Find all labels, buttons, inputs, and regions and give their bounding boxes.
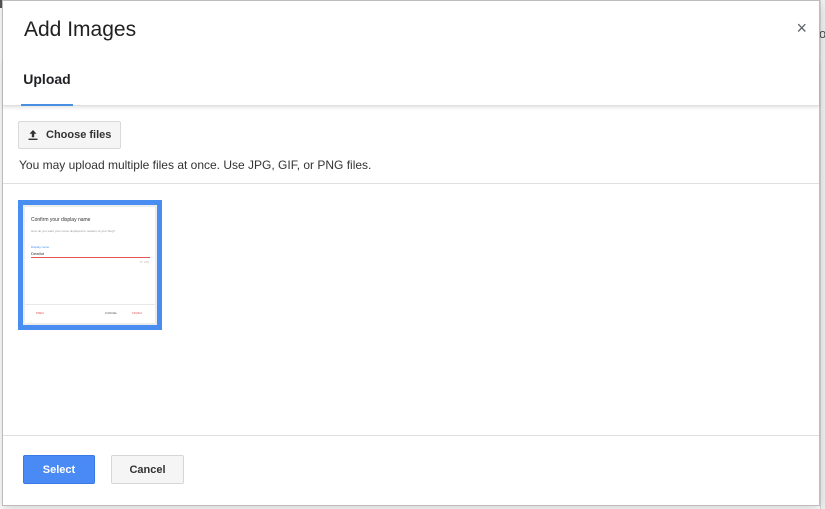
preview-prev: PREV bbox=[36, 311, 45, 315]
add-images-dialog: Add Images × Upload Choose files You may… bbox=[2, 0, 820, 506]
preview-field-value: Dewilot bbox=[31, 251, 45, 256]
close-icon[interactable]: × bbox=[796, 18, 807, 38]
dialog-title: Add Images bbox=[24, 18, 137, 41]
thumbnail-preview: Confirm your display name How do you wan… bbox=[25, 207, 155, 323]
active-tab-indicator bbox=[21, 104, 73, 106]
content-divider bbox=[3, 183, 819, 184]
tab-upload[interactable]: Upload bbox=[21, 59, 73, 106]
tab-bar: Upload bbox=[3, 59, 819, 106]
background-page-edge: o bbox=[819, 0, 825, 509]
choose-files-button[interactable]: Choose files bbox=[18, 121, 122, 149]
preview-title: Confirm your display name bbox=[31, 217, 91, 223]
preview-finish: FINISH bbox=[132, 311, 142, 315]
preview-footer-divider bbox=[25, 304, 155, 305]
preview-cancel: CANCEL bbox=[105, 311, 118, 315]
choose-files-label: Choose files bbox=[46, 129, 112, 141]
upload-hint: You may upload multiple files at once. U… bbox=[19, 158, 372, 172]
image-thumbnail[interactable]: Confirm your display name How do you wan… bbox=[18, 200, 162, 330]
preview-subtitle: How do you want your name displayed to r… bbox=[31, 229, 116, 233]
preview-counter: 8 / 100 bbox=[139, 260, 149, 264]
preview-field-underline bbox=[31, 257, 150, 258]
preview-field-label: Display name bbox=[31, 245, 50, 249]
select-button[interactable]: Select bbox=[23, 455, 95, 484]
upload-icon bbox=[28, 130, 38, 140]
cancel-button[interactable]: Cancel bbox=[111, 455, 184, 484]
footer-divider bbox=[3, 435, 819, 436]
tab-upload-label: Upload bbox=[23, 71, 71, 87]
